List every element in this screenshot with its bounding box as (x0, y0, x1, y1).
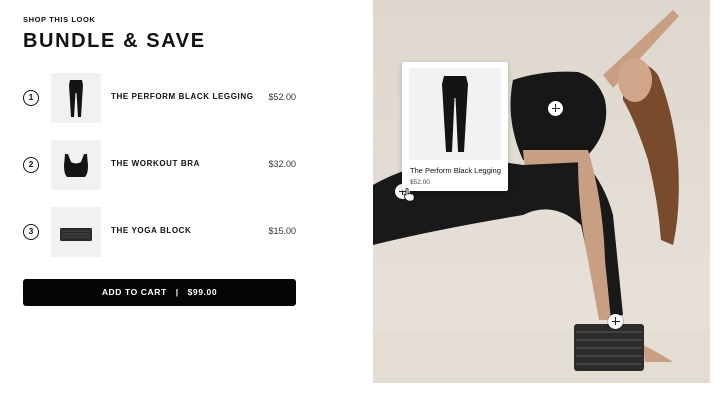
bundle-panel: SHOP THIS LOOK BUNDLE & SAVE 1 THE PERFO… (0, 0, 373, 396)
sports-bra-icon (64, 154, 88, 177)
item-number-badge: 3 (23, 224, 39, 240)
lifestyle-photo (373, 0, 710, 383)
legging-thumbnail[interactable] (51, 73, 101, 123)
item-price: $15.00 (268, 226, 296, 236)
hotspot-bra-plus-icon[interactable] (548, 101, 563, 116)
shop-the-look-eyebrow: SHOP THIS LOOK (23, 15, 96, 24)
cart-separator: | (175, 287, 179, 297)
item-number-badge: 1 (23, 90, 39, 106)
item-number-badge: 2 (23, 157, 39, 173)
cart-total: $99.00 (187, 287, 218, 297)
item-name[interactable]: THE PERFORM BLACK LEGGING (111, 92, 254, 101)
bundle-item-bra[interactable]: 2 THE WORKOUT BRA $32.00 (23, 140, 296, 190)
popup-product-price: $52.00 (410, 179, 430, 186)
yoga-block-icon (60, 228, 92, 241)
hand-cursor-icon (403, 188, 415, 207)
bundle-item-block[interactable]: 3 THE YOGA BLOCK $15.00 (23, 207, 296, 257)
item-name[interactable]: THE WORKOUT BRA (111, 159, 200, 168)
item-price: $52.00 (268, 92, 296, 102)
bundle-item-legging[interactable]: 1 THE PERFORM BLACK LEGGING $52.00 (23, 73, 296, 123)
yoga-model-illustration (373, 10, 710, 383)
add-to-cart-button[interactable]: ADD TO CART | $99.00 (23, 279, 296, 306)
legging-icon (69, 80, 83, 117)
add-to-cart-label: ADD TO CART (101, 287, 167, 297)
block-thumbnail[interactable] (51, 207, 101, 257)
item-name[interactable]: THE YOGA BLOCK (111, 226, 191, 235)
page-title: BUNDLE & SAVE (23, 30, 206, 52)
hotspot-block-plus-icon[interactable] (608, 314, 623, 329)
product-popup-legging[interactable]: The Perform Black Legging $52.00 (402, 62, 508, 191)
popup-product-image (409, 68, 501, 160)
item-price: $32.00 (268, 159, 296, 169)
popup-product-name: The Perform Black Legging (410, 166, 501, 175)
bra-thumbnail[interactable] (51, 140, 101, 190)
legging-icon (442, 76, 468, 152)
